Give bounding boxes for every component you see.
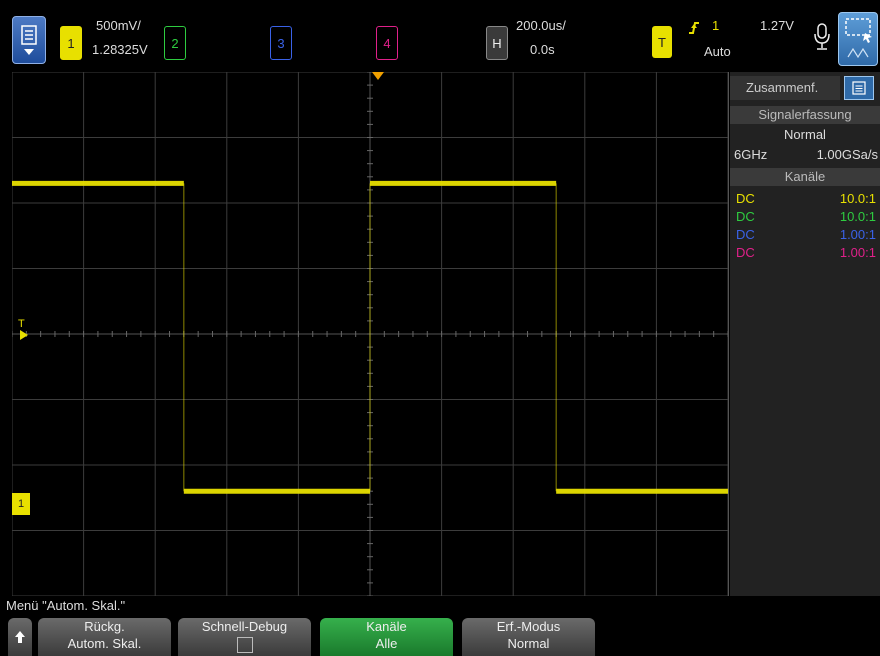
panel-menu-button[interactable] [844, 76, 874, 100]
channel-3-button[interactable]: 3 [270, 26, 292, 60]
channel-3-number: 3 [277, 35, 285, 51]
rising-edge-icon [689, 22, 699, 34]
channel-probe: 10.0:1 [839, 209, 876, 224]
softkey-fast-debug[interactable]: Schnell-Debug [178, 618, 311, 656]
channel-2-info: DC 10.0:1 [730, 208, 880, 226]
sample-rate-value: 1.00GSa/s [816, 147, 878, 162]
timebase-value: 200.0us/ [516, 18, 566, 33]
menu-title: Menü "Autom. Skal." [6, 598, 126, 613]
channel-1-offset: 1.28325V [92, 42, 148, 57]
info-side-panel: Zusammenf. Signalerfassung Normal 6GHz 1… [730, 72, 880, 596]
main-menu-button[interactable] [12, 16, 46, 64]
horizontal-button[interactable]: H [486, 26, 508, 60]
softkey-channels[interactable]: Kanäle Alle [320, 618, 453, 656]
softkey-value: Alle [375, 636, 398, 651]
channel-coupling: DC [736, 245, 755, 260]
channel-4-info: DC 1.00:1 [730, 244, 880, 262]
channels-header: Kanäle [730, 168, 880, 186]
panel-list-icon [852, 81, 866, 95]
chevron-down-icon [24, 49, 34, 55]
acquisition-mode: Normal [784, 127, 826, 142]
trigger-position-icon [372, 72, 384, 80]
summary-tab-label: Zusammenf. [746, 80, 819, 95]
channel-coupling: DC [736, 191, 755, 206]
softkey-value: Normal [507, 636, 550, 651]
touch-selection-button[interactable] [838, 12, 878, 66]
softkey-acquisition-mode[interactable]: Erf.-Modus Normal [462, 618, 595, 656]
fast-debug-checkbox[interactable] [236, 637, 253, 653]
channel-1-button[interactable]: 1 [60, 26, 82, 60]
ground-marker-label: 1 [17, 498, 25, 510]
channel-1-info: DC 10.0:1 [730, 190, 880, 208]
top-status-bar [0, 0, 880, 72]
channel-4-number: 4 [383, 35, 391, 51]
waveform-display[interactable] [12, 72, 729, 596]
selection-box-icon [845, 18, 872, 59]
softkey-undo-autoscale[interactable]: Rückg. Autom. Skal. [38, 618, 171, 656]
bandwidth-value: 6GHz [734, 147, 768, 162]
arrow-up-icon [15, 631, 25, 643]
graticule [12, 72, 728, 596]
channel-probe: 10.0:1 [839, 191, 876, 206]
softkey-label: Kanäle [366, 619, 407, 634]
channel-4-button[interactable]: 4 [376, 26, 398, 60]
softkey-label: Erf.-Modus [496, 619, 561, 634]
channel-3-info: DC 1.00:1 [730, 226, 880, 244]
horizontal-label: H [492, 35, 502, 51]
channel-coupling: DC [736, 209, 755, 224]
menu-list-icon [21, 25, 37, 45]
softkey-value: Autom. Skal. [67, 636, 142, 651]
trigger-button[interactable]: T [652, 26, 672, 58]
trigger-source: 1 [712, 18, 720, 33]
trigger-marker-label: T [18, 318, 25, 330]
trigger-level-arrow-icon [20, 330, 28, 340]
delay-value: 0.0s [530, 42, 555, 57]
trigger-mode: Auto [704, 44, 731, 59]
summary-tab[interactable]: Zusammenf. [730, 76, 840, 100]
softkey-label: Schnell-Debug [201, 619, 288, 634]
trigger-label: T [658, 34, 666, 50]
channel-probe: 1.00:1 [839, 245, 876, 260]
channel-2-button[interactable]: 2 [164, 26, 186, 60]
channel-2-number: 2 [171, 35, 179, 51]
channel-coupling: DC [736, 227, 755, 242]
trigger-level: 1.27V [760, 18, 794, 33]
menu-back-button[interactable] [8, 618, 32, 656]
channel-1-ground-marker[interactable]: 1 [12, 493, 30, 515]
channel-1-scale: 500mV/ [96, 18, 141, 33]
channel-1-number: 1 [67, 35, 75, 51]
trigger-level-marker: T [18, 318, 25, 330]
channel-probe: 1.00:1 [839, 227, 876, 242]
acquisition-rates: 6GHz 1.00GSa/s [730, 146, 880, 164]
softkey-label: Rückg. [84, 619, 125, 634]
acquisition-header: Signalerfassung [730, 106, 880, 124]
microphone-icon[interactable] [812, 22, 832, 54]
